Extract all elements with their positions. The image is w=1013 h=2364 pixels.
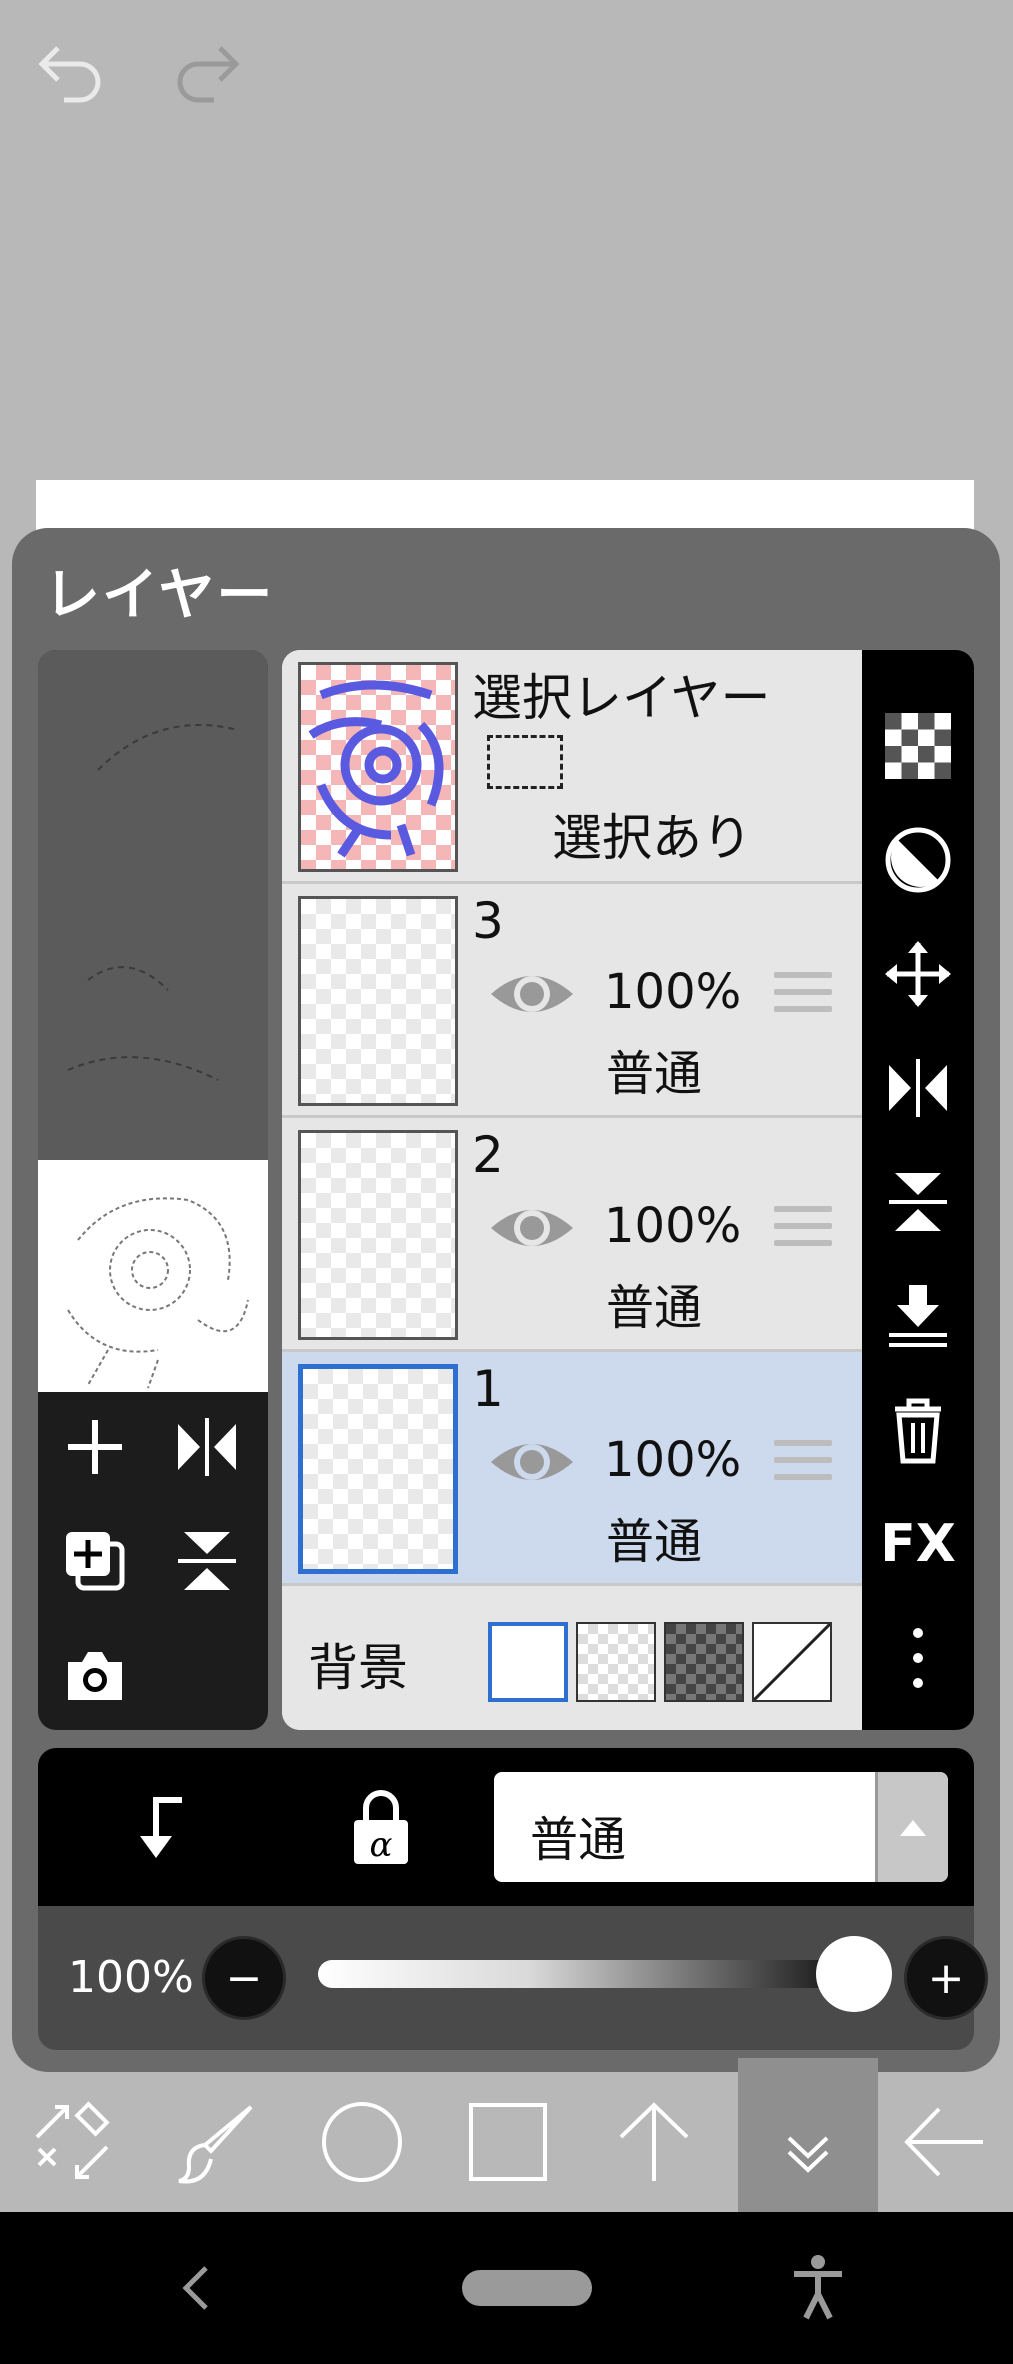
flip-horizontal-icon: [172, 1412, 242, 1482]
layer-opacity: 100%: [604, 964, 742, 1020]
chevron-up-icon: [875, 1772, 948, 1882]
layer-navigator: [38, 650, 268, 1730]
layer-list: 選択レイヤー 選択あり 3 100% 普通 2 100% 普通 1 100% 普…: [282, 650, 862, 1730]
arrow-up-icon[interactable]: [584, 2072, 724, 2212]
undo-icon[interactable]: [30, 30, 110, 110]
drag-handle-icon[interactable]: [774, 1206, 832, 1258]
panel-title: レイヤー: [44, 563, 275, 628]
layer-thumbnail: [298, 896, 458, 1106]
invert-button[interactable]: [876, 818, 960, 902]
checker-icon: [885, 713, 951, 779]
background-transparent-swatch[interactable]: [576, 1622, 656, 1702]
flip-v-tool-button[interactable]: [876, 1160, 960, 1244]
transform-tool-icon[interactable]: [2, 2072, 142, 2212]
ellipse-icon[interactable]: [292, 2072, 432, 2212]
opacity-slider-knob[interactable]: [816, 1936, 892, 2012]
accessibility-icon[interactable]: [788, 2252, 848, 2322]
layer-thumbnail: [298, 1364, 458, 1574]
background-label: 背景: [308, 1639, 408, 1697]
move-button[interactable]: [876, 932, 960, 1016]
opacity-slider-track[interactable]: [318, 1960, 848, 1988]
brush-icon[interactable]: [146, 2072, 286, 2212]
invert-icon: [883, 825, 953, 895]
blend-mode-bar: α 普通: [38, 1748, 974, 1906]
camera-icon: [60, 1640, 130, 1710]
trash-icon: [883, 1395, 953, 1465]
system-navigation-bar: [0, 2212, 1013, 2364]
layer-blend-mode: 普通: [606, 1514, 703, 1570]
bottom-toolbar: [0, 2058, 1013, 2212]
merge-down-icon: [883, 1281, 953, 1351]
fx-button[interactable]: FX: [876, 1502, 960, 1586]
flip-vertical-button[interactable]: [162, 1516, 252, 1606]
layer-blend-mode: 普通: [606, 1046, 703, 1102]
alpha-lock-icon[interactable]: α: [338, 1784, 424, 1870]
opacity-decrease-button[interactable]: −: [202, 1936, 286, 2020]
clip-arrow-icon[interactable]: [118, 1784, 204, 1870]
layer-row-3[interactable]: 3 100% 普通: [282, 884, 862, 1118]
layer-number: 2: [472, 1126, 504, 1184]
drag-handle-icon[interactable]: [774, 1440, 832, 1492]
flip-v-tool-icon: [883, 1167, 953, 1237]
layer-tools: FX: [862, 650, 974, 1730]
add-layer-button[interactable]: [50, 1402, 140, 1492]
layer-number: 3: [472, 892, 504, 950]
eye-icon[interactable]: [487, 964, 577, 1024]
background-white-swatch[interactable]: [488, 1622, 568, 1702]
move-icon: [883, 939, 953, 1009]
flip-h-tool-icon: [883, 1053, 953, 1123]
flip-vertical-icon: [172, 1526, 242, 1596]
system-back-icon[interactable]: [170, 2258, 220, 2318]
eye-icon[interactable]: [487, 1198, 577, 1258]
selection-status: 選択あり: [552, 809, 752, 867]
selection-layer-row[interactable]: 選択レイヤー 選択あり: [282, 650, 862, 884]
opacity-bar: 100% − +: [38, 1906, 988, 2050]
layer-blend-mode: 普通: [606, 1280, 703, 1336]
background-dark-swatch[interactable]: [664, 1622, 744, 1702]
camera-button[interactable]: [50, 1630, 140, 1720]
back-arrow-icon[interactable]: [874, 2072, 1013, 2212]
selection-layer-title: 選択レイヤー: [472, 669, 771, 727]
layer-number: 1: [472, 1360, 504, 1418]
flip-h-tool-button[interactable]: [876, 1046, 960, 1130]
layer-thumbnail: [298, 662, 458, 872]
layer-opacity: 100%: [604, 1432, 742, 1488]
layer-row-2[interactable]: 2 100% 普通: [282, 1118, 862, 1352]
svg-text:α: α: [370, 1825, 393, 1865]
opacity-value: 100%: [68, 1952, 194, 2003]
more-button[interactable]: [876, 1616, 960, 1700]
redo-icon[interactable]: [168, 30, 248, 110]
transparency-button[interactable]: [876, 704, 960, 788]
blend-mode-select[interactable]: 普通: [494, 1772, 948, 1882]
flip-horizontal-button[interactable]: [162, 1402, 252, 1492]
duplicate-layer-icon: [60, 1526, 130, 1596]
navigator-preview: [38, 1160, 268, 1392]
navigator-preview-dark: [38, 650, 268, 1160]
selection-marquee-icon: [487, 735, 563, 789]
background-row: 背景: [282, 1586, 862, 1730]
system-home-pill[interactable]: [462, 2270, 592, 2306]
background-none-swatch[interactable]: [752, 1622, 832, 1702]
layer-thumbnail: [298, 1130, 458, 1340]
add-layer-icon: [60, 1412, 130, 1482]
duplicate-layer-button[interactable]: [50, 1516, 140, 1606]
drag-handle-icon[interactable]: [774, 972, 832, 1024]
opacity-increase-button[interactable]: +: [904, 1936, 988, 2020]
delete-layer-button[interactable]: [876, 1388, 960, 1472]
merge-down-button[interactable]: [876, 1274, 960, 1358]
more-icon: [908, 1623, 928, 1693]
layer-opacity: 100%: [604, 1198, 742, 1254]
eye-icon[interactable]: [487, 1432, 577, 1492]
blend-mode-value: 普通: [530, 1812, 627, 1868]
rectangle-icon[interactable]: [438, 2072, 578, 2212]
collapse-icon[interactable]: [738, 2058, 878, 2212]
layer-row-1[interactable]: 1 100% 普通: [282, 1352, 862, 1586]
